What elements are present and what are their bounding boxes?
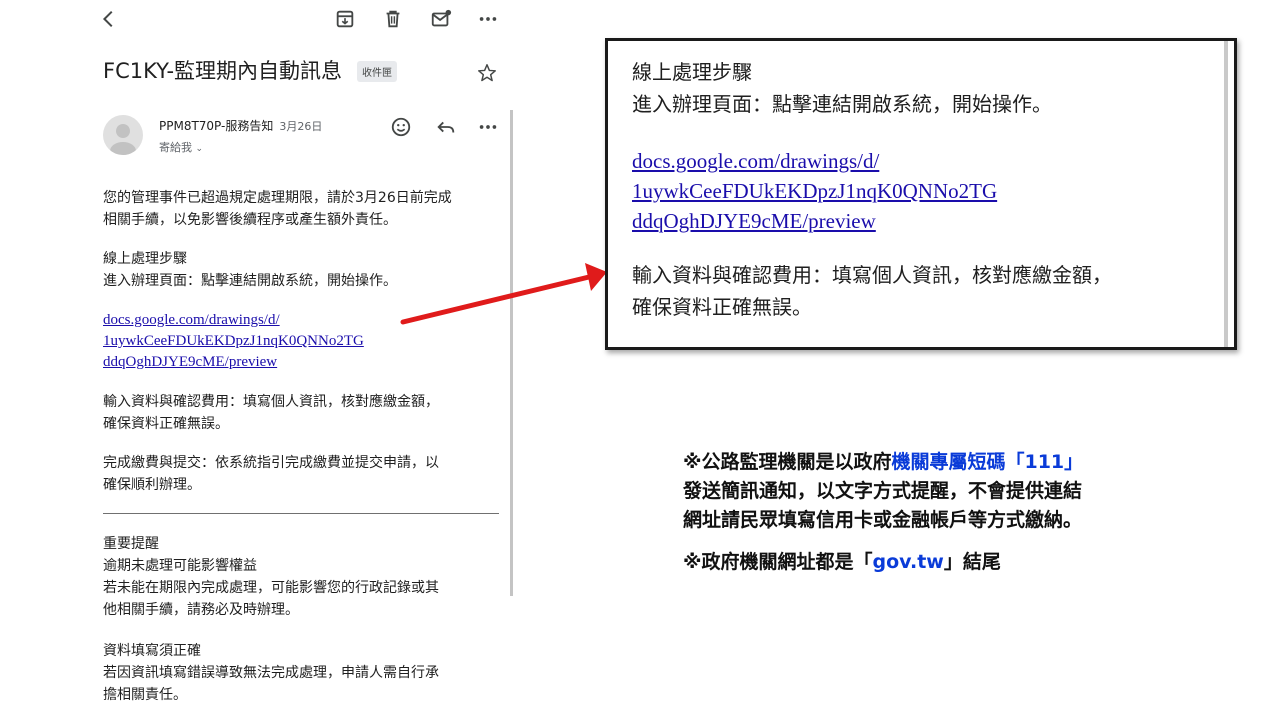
trash-icon[interactable]	[380, 6, 406, 32]
red-pointer-arrow	[400, 263, 607, 325]
back-arrow-icon[interactable]	[96, 6, 122, 32]
chevron-down-icon: ⌄	[195, 144, 204, 154]
warning-note-domain: ※政府機關網址都是「gov.tw」結尾	[683, 551, 1001, 573]
step-payment: 完成繳費與提交：依系統指引完成繳費並提交申請，以 確保順利辦理。	[103, 455, 439, 493]
recipient-toggle[interactable]: 寄給我 ⌄	[159, 139, 203, 155]
body-steps: 線上處理步驟 進入辦理頁面：點擊連結開啟系統，開始操作。	[103, 248, 397, 292]
important-title: 重要提醒	[103, 536, 159, 552]
zoom-link-line2: 1uywkCeeFDUkEKDpzJ1nqK0QNNo2TG	[632, 179, 998, 203]
sender-name[interactable]: PPM8T70P-服務告知	[159, 119, 273, 133]
mark-unread-icon[interactable]	[428, 6, 454, 32]
step-enter-page: 進入辦理頁面：點擊連結開啟系統，開始操作。	[103, 273, 397, 289]
zoom-link-line1: docs.google.com/drawings/d/	[632, 149, 880, 173]
important-notice: 重要提醒 逾期未處理可能影響權益 若未能在期限內完成處理，可能影響您的行政記錄或…	[103, 533, 439, 621]
star-icon[interactable]	[476, 62, 498, 84]
zoom-step-enter: 進入辦理頁面：點擊連結開啟系統，開始操作。	[632, 92, 1052, 116]
more-horizontal-icon[interactable]	[475, 6, 501, 32]
shortcode-highlight: 機關專屬短碼「111」	[891, 451, 1084, 473]
zoom-steps-title: 線上處理步驟	[632, 60, 752, 84]
reply-icon[interactable]	[433, 114, 459, 140]
archive-icon[interactable]	[332, 6, 358, 32]
zoomed-callout: 線上處理步驟 進入辦理頁面：點擊連結開啟系統，開始操作。 docs.google…	[605, 38, 1237, 350]
message-more-icon[interactable]	[475, 114, 501, 140]
warning-note-shortcode: ※公路監理機關是以政府機關專屬短碼「111」 發送簡訊通知，以文字方式提醒，不會…	[683, 451, 1084, 531]
email-subject: FC1KY-監理期內自動訊息	[103, 59, 343, 83]
email-scrollbar[interactable]	[510, 110, 513, 596]
sender-line: PPM8T70P-服務告知 3月26日	[159, 117, 322, 134]
phishing-link[interactable]: docs.google.com/drawings/d/ 1uywkCeeFDUk…	[103, 310, 364, 373]
accuracy-title: 資料填寫須正確	[103, 643, 201, 659]
zoom-link-line3: ddqOghDJYE9cME/preview	[632, 209, 876, 233]
domain-highlight: gov.tw	[872, 551, 944, 573]
recipient-label: 寄給我	[159, 141, 192, 154]
inbox-label-badge[interactable]: 收件匣	[357, 61, 397, 82]
body-divider	[103, 513, 499, 514]
accuracy-notice: 資料填寫須正確 若因資訊填寫錯誤導致無法完成處理，申請人需自行承 擔相關責任。	[103, 640, 439, 706]
steps-title: 線上處理步驟	[103, 251, 187, 267]
sender-avatar	[103, 115, 143, 155]
zoom-step-input: 輸入資料與確認費用：填寫個人資訊，核對應繳金額，	[632, 263, 1112, 287]
zoom-step-input-cont: 確保資料正確無誤。	[632, 295, 812, 319]
body-paragraph-deadline: 您的管理事件已超過規定處理期限，請於3月26日前完成 相關手續，以免影響後續程序…	[103, 190, 452, 228]
zoom-scrollbar	[1224, 41, 1228, 347]
email-date: 3月26日	[279, 120, 323, 133]
step-input-data: 輸入資料與確認費用：填寫個人資訊，核對應繳金額， 確保資料正確無誤。	[103, 394, 439, 432]
emoji-react-icon[interactable]	[388, 114, 414, 140]
